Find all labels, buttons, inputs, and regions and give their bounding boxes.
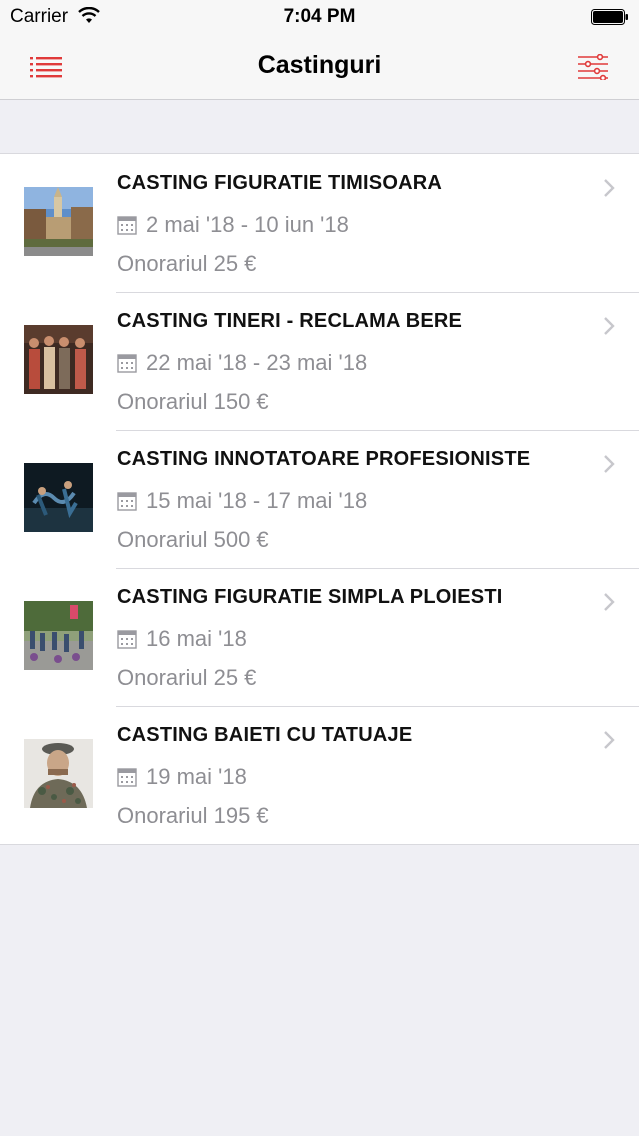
list-item[interactable]: CASTING TINERI - RECLAMA BERE 22 mai '18… bbox=[0, 292, 639, 430]
casting-thumbnail bbox=[24, 601, 93, 670]
navigation-bar: Castinguri bbox=[0, 34, 639, 100]
casting-dates: 2 mai '18 - 10 iun '18 bbox=[117, 212, 349, 238]
casting-title: CASTING BAIETI CU TATUAJE bbox=[117, 724, 413, 746]
casting-dates-text: 19 mai '18 bbox=[146, 764, 247, 789]
chevron-right-icon bbox=[604, 731, 615, 749]
casting-title: CASTING INNOTATOARE PROFESIONISTE bbox=[117, 448, 531, 470]
calendar-icon bbox=[117, 630, 137, 649]
list-item[interactable]: CASTING FIGURATIE TIMISOARA 2 mai '18 - … bbox=[0, 154, 639, 292]
calendar-icon bbox=[117, 216, 137, 235]
list-item[interactable]: CASTING FIGURATIE SIMPLA PLOIESTI 16 mai… bbox=[0, 568, 639, 706]
casting-dates-text: 15 mai '18 - 17 mai '18 bbox=[146, 488, 368, 513]
status-bar: Carrier 7:04 PM bbox=[0, 0, 639, 34]
chevron-right-icon bbox=[604, 179, 615, 197]
casting-title: CASTING TINERI - RECLAMA BERE bbox=[117, 310, 463, 332]
list-item[interactable]: CASTING BAIETI CU TATUAJE 19 mai '18 Ono… bbox=[0, 706, 639, 844]
clock: 7:04 PM bbox=[283, 6, 356, 27]
casting-fee: Onorariul 25 € bbox=[117, 251, 257, 276]
calendar-icon bbox=[117, 354, 137, 373]
casting-thumbnail bbox=[24, 463, 93, 532]
casting-dates: 19 mai '18 bbox=[117, 764, 247, 790]
castings-list: CASTING FIGURATIE TIMISOARA 2 mai '18 - … bbox=[0, 153, 639, 845]
casting-dates-text: 2 mai '18 - 10 iun '18 bbox=[146, 212, 349, 237]
list-item[interactable]: CASTING INNOTATOARE PROFESIONISTE 15 mai… bbox=[0, 430, 639, 568]
battery-icon bbox=[591, 9, 628, 25]
casting-dates-text: 16 mai '18 bbox=[146, 626, 247, 651]
casting-fee: Onorariul 195 € bbox=[117, 803, 269, 828]
filter-button[interactable] bbox=[575, 51, 611, 83]
casting-thumbnail bbox=[24, 739, 93, 808]
casting-thumbnail bbox=[24, 325, 93, 394]
casting-dates: 22 mai '18 - 23 mai '18 bbox=[117, 350, 367, 376]
casting-dates: 16 mai '18 bbox=[117, 626, 247, 652]
casting-dates-text: 22 mai '18 - 23 mai '18 bbox=[146, 350, 368, 375]
casting-fee: Onorariul 150 € bbox=[117, 389, 269, 414]
calendar-icon bbox=[117, 492, 137, 511]
casting-thumbnail bbox=[24, 187, 93, 256]
casting-title: CASTING FIGURATIE SIMPLA PLOIESTI bbox=[117, 586, 503, 608]
casting-dates: 15 mai '18 - 17 mai '18 bbox=[117, 488, 367, 514]
casting-title: CASTING FIGURATIE TIMISOARA bbox=[117, 172, 443, 194]
page-title: Castinguri bbox=[257, 51, 382, 79]
filter-sliders-icon bbox=[578, 54, 608, 80]
chevron-right-icon bbox=[604, 593, 615, 611]
calendar-icon bbox=[117, 768, 137, 787]
casting-fee: Onorariul 25 € bbox=[117, 665, 257, 690]
chevron-right-icon bbox=[604, 317, 615, 335]
chevron-right-icon bbox=[604, 455, 615, 473]
casting-fee: Onorariul 500 € bbox=[117, 527, 269, 552]
